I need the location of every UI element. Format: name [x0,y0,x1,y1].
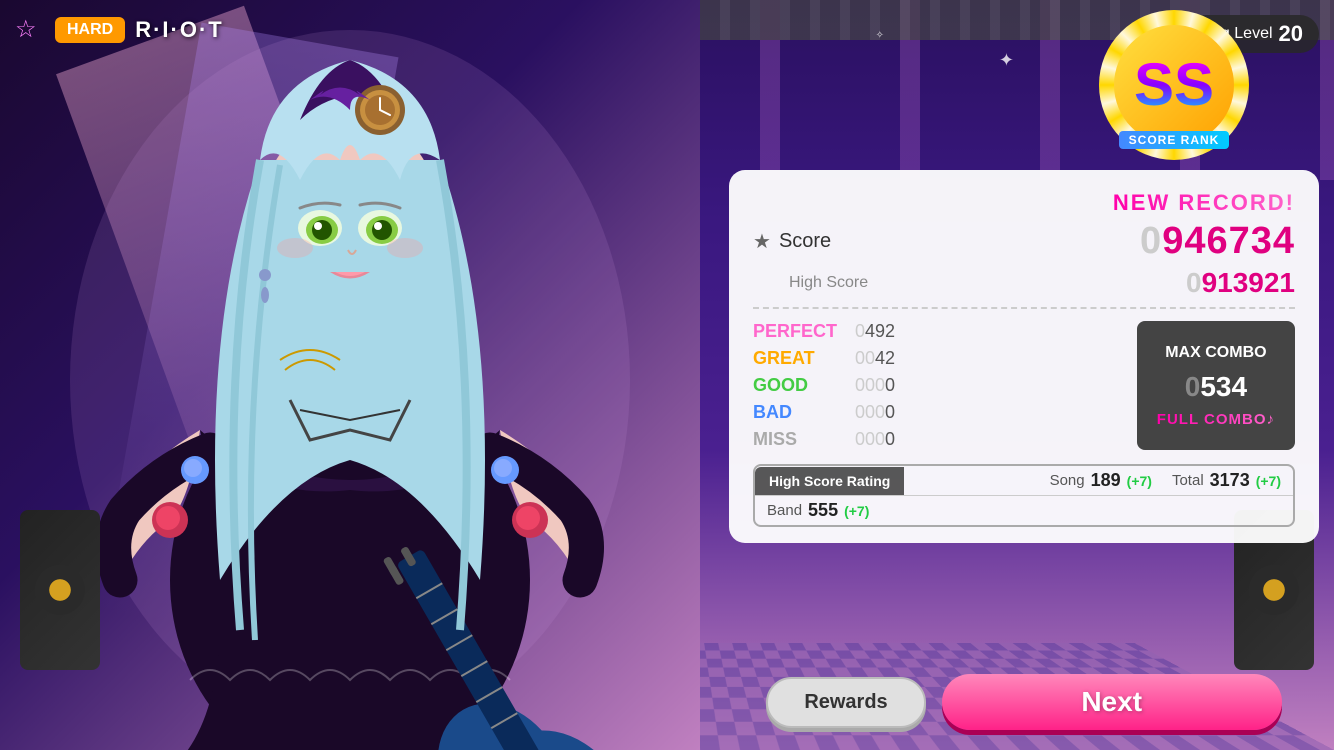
high-score-leading-zero: 0 [1186,267,1202,298]
great-row: GREAT 0042 [753,348,1137,369]
high-score-number: 913921 [1202,267,1295,298]
score-number: 946734 [1162,220,1295,262]
stats-left: PERFECT 0492 GREAT 0042 GOOD 0000 BAD [753,321,1137,450]
next-button[interactable]: Next [942,674,1282,730]
deco-star-2: ✧ [876,30,884,41]
stats-grid: PERFECT 0492 GREAT 0042 GOOD 0000 BAD [753,321,1295,450]
full-combo-text: FULL COMBO♪ [1157,411,1275,428]
score-rank-container: SS SCORE RANK [1094,5,1254,165]
rating-band-label: Band [767,502,802,519]
bad-row: BAD 0000 [753,402,1137,423]
rating-header: High Score Rating Song 189 (+7) Total 31… [755,466,1293,495]
top-bar: ☆ HARD R·I·O·T [15,15,224,45]
rating-song-row: Song 189 (+7) Total 3173 (+7) [904,466,1293,495]
rank-label: SCORE RANK [1119,131,1230,149]
perfect-value: 0492 [855,321,895,342]
good-row: GOOD 0000 [753,375,1137,396]
good-label: GOOD [753,375,843,396]
new-record-banner: NEW RECORD! [753,190,1295,216]
score-divider [753,307,1295,309]
rating-song-label: Song [1050,472,1085,489]
score-star-icon: ★ [753,229,771,254]
rating-song-value: 189 [1091,470,1121,491]
score-leading-zero: 0 [1140,220,1162,262]
max-combo-value: 0534 [1185,371,1247,403]
high-score-row: High Score 0913921 [753,267,1295,299]
rating-total-value: 3173 [1210,470,1250,491]
rating-band-row: Band 555 (+7) [755,496,1293,525]
new-record-text: NEW RECORD! [1113,190,1295,215]
bad-value: 0000 [855,402,895,423]
rank-circle: SS [1114,25,1234,145]
rating-title: High Score Rating [755,467,904,495]
rating-song-delta: (+7) [1127,473,1152,489]
high-score-value: 0913921 [1186,267,1295,299]
miss-label: MISS [753,429,843,450]
rating-band-value: 555 [808,500,838,521]
rating-band-delta: (+7) [844,503,869,519]
rating-total-item: Total 3173 (+7) [1172,470,1281,491]
rewards-button[interactable]: Rewards [766,677,925,728]
song-level-value: 20 [1279,21,1303,47]
score-label: ★ Score [753,229,831,254]
miss-value: 0000 [855,429,895,450]
bottom-buttons: Rewards Next [729,674,1319,730]
perfect-row: PERFECT 0492 [753,321,1137,342]
miss-row: MISS 0000 [753,429,1137,450]
score-row: ★ Score 0946734 [753,220,1295,263]
great-label: GREAT [753,348,843,369]
max-combo-box: MAX COMBO 0534 FULL COMBO♪ [1137,321,1295,450]
rating-section: High Score Rating Song 189 (+7) Total 31… [753,464,1295,527]
speaker-left [20,510,100,670]
rating-song-item: Song 189 (+7) [1050,470,1152,491]
character-area [0,0,700,750]
character-illustration [0,0,700,750]
rating-total-label: Total [1172,472,1204,489]
difficulty-star-icon: ☆ [15,15,45,45]
score-value: 0946734 [1140,220,1295,263]
good-value: 0000 [855,375,895,396]
perfect-label: PERFECT [753,321,843,342]
rating-band-item: Band 555 (+7) [767,500,869,521]
bad-label: BAD [753,402,843,423]
high-score-label: High Score [789,274,868,292]
score-label-text: Score [779,230,831,253]
great-value: 0042 [855,348,895,369]
song-title: R·I·O·T [135,17,224,43]
deco-star-1: ✦ [999,50,1014,71]
max-combo-label: MAX COMBO [1165,343,1266,362]
difficulty-badge: HARD [55,17,125,43]
rating-total-delta: (+7) [1256,473,1281,489]
results-panel: NEW RECORD! ★ Score 0946734 High Score 0… [729,170,1319,543]
rank-value: SS [1134,55,1214,115]
